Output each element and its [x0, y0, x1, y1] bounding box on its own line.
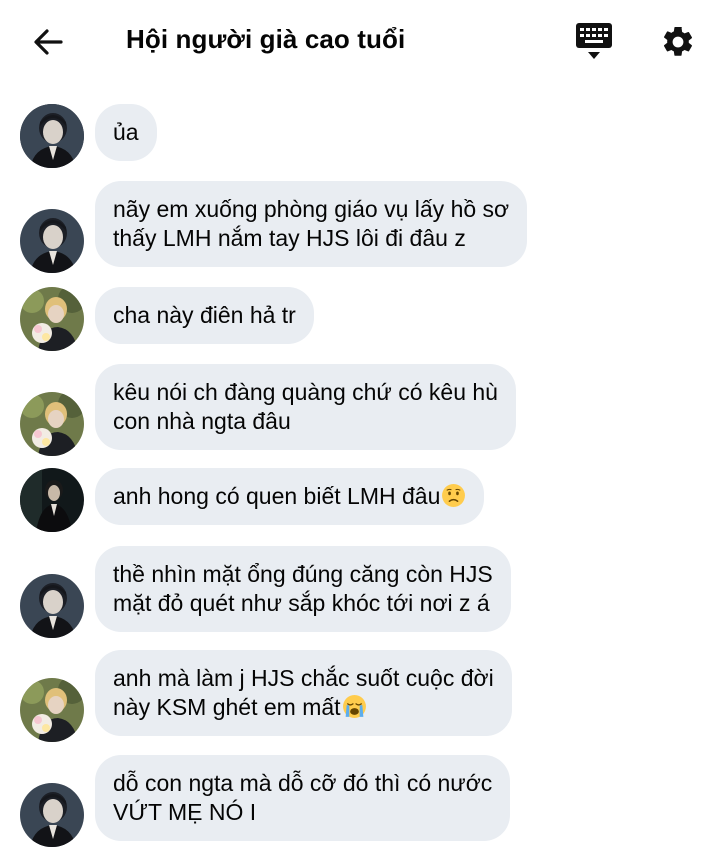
message-text: dỗ con ngta mà dỗ cỡ đó thì có nước — [113, 770, 493, 796]
message-list[interactable]: ủa nãy em xuống phòng giáo vụ lấy hồ sơ … — [0, 0, 720, 856]
message-row: thề nhìn mặt ổng đúng căng còn HJS mặt đ… — [20, 546, 700, 638]
message-bubble[interactable]: anh hong có quen biết LMH đâu — [95, 468, 485, 525]
message-text: ủa — [113, 119, 139, 145]
message-row: cha này điên hả tr — [20, 287, 700, 351]
message-text: con nhà ngta đâu — [113, 408, 291, 434]
message-row: kêu nói ch đàng quàng chứ có kêu hù con … — [20, 364, 700, 456]
message-row: ủa — [20, 104, 700, 168]
avatar[interactable] — [20, 392, 84, 456]
message-row: nãy em xuống phòng giáo vụ lấy hồ sơ thấ… — [20, 181, 700, 273]
avatar[interactable] — [20, 104, 84, 168]
message-bubble[interactable]: anh mà làm j HJS chắc suốt cuộc đời này … — [95, 650, 512, 736]
message-line: anh hong có quen biết LMH đâu — [113, 482, 466, 511]
message-text: này KSM ghét em mất — [113, 694, 341, 720]
message-bubble[interactable]: ủa — [95, 104, 157, 161]
message-text: thề nhìn mặt ổng đúng căng còn HJS — [113, 561, 493, 587]
message-row: dỗ con ngta mà dỗ cỡ đó thì có nước VỨT … — [20, 755, 700, 847]
message-text: cha này điên hả tr — [113, 302, 296, 328]
message-line: này KSM ghét em mất — [113, 693, 494, 722]
avatar[interactable] — [20, 209, 84, 273]
message-text: thấy LMH nắm tay HJS lôi đi đâu z — [113, 225, 466, 251]
message-bubble[interactable]: nãy em xuống phòng giáo vụ lấy hồ sơ thấ… — [95, 181, 528, 267]
message-text: nãy em xuống phòng giáo vụ lấy hồ sơ — [113, 196, 510, 222]
message-text: anh hong có quen biết LMH đâu — [113, 483, 441, 509]
avatar[interactable] — [20, 574, 84, 638]
message-bubble[interactable]: kêu nói ch đàng quàng chứ có kêu hù con … — [95, 364, 516, 450]
message-row: anh mà làm j HJS chắc suốt cuộc đời này … — [20, 650, 700, 742]
message-text: kêu nói ch đàng quàng chứ có kêu hù — [113, 379, 498, 405]
avatar[interactable] — [20, 468, 84, 532]
worried-face-emoji — [442, 484, 466, 507]
message-text: VỨT MẸ NÓ I — [113, 799, 257, 825]
avatar[interactable] — [20, 678, 84, 742]
avatar[interactable] — [20, 287, 84, 351]
avatar[interactable] — [20, 783, 84, 847]
message-bubble[interactable]: cha này điên hả tr — [95, 287, 314, 344]
message-row: anh hong có quen biết LMH đâu — [20, 468, 700, 532]
message-text: anh mà làm j HJS chắc suốt cuộc đời — [113, 665, 494, 691]
message-text: mặt đỏ quét như sắp khóc tới nơi z á — [113, 590, 490, 616]
message-bubble[interactable]: dỗ con ngta mà dỗ cỡ đó thì có nước VỨT … — [95, 755, 511, 841]
crying-face-emoji — [342, 695, 366, 718]
message-bubble[interactable]: thề nhìn mặt ổng đúng căng còn HJS mặt đ… — [95, 546, 511, 632]
